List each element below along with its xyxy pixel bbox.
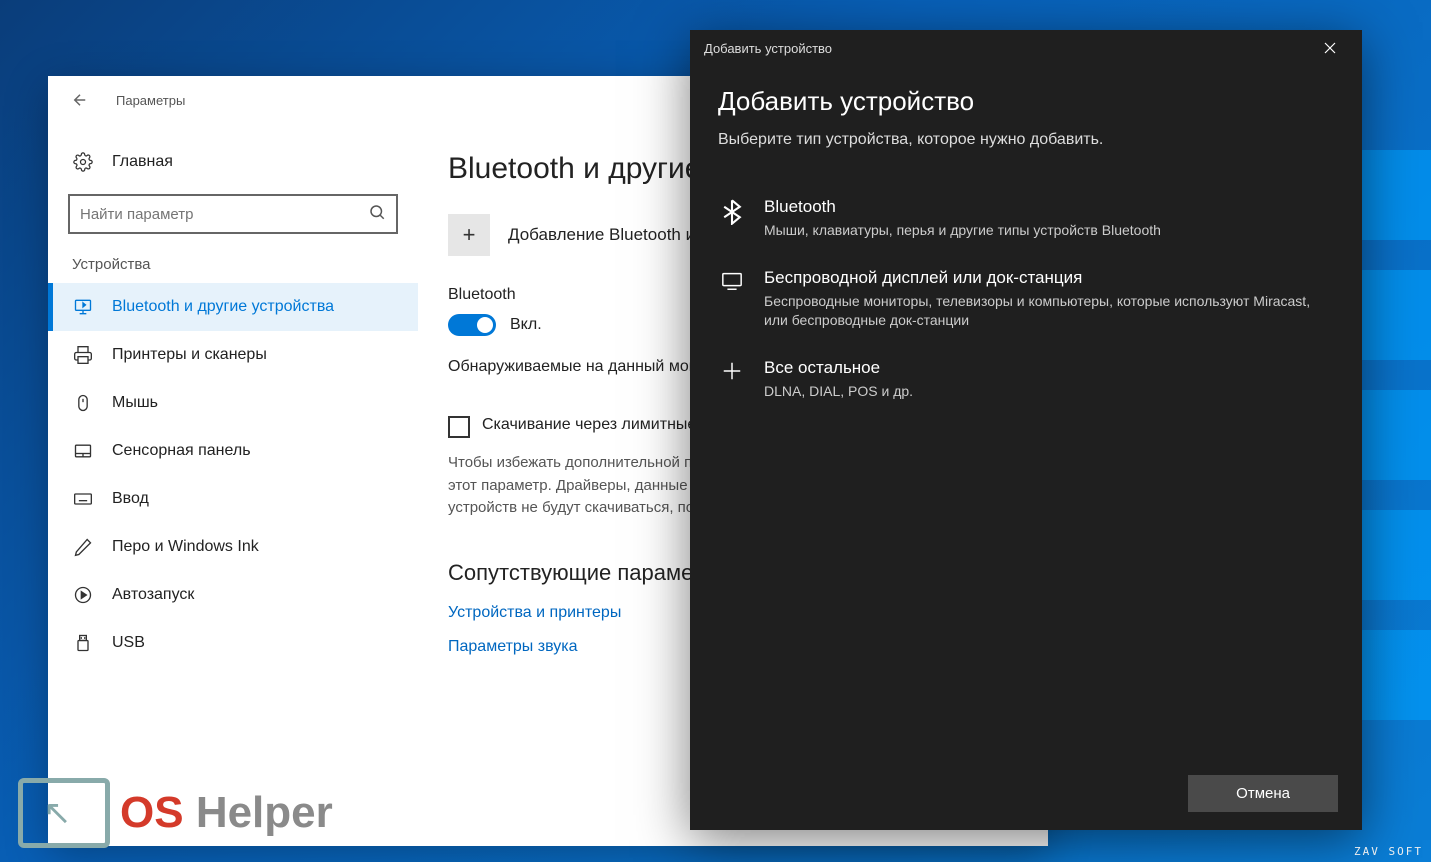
gear-icon <box>72 152 94 172</box>
watermark-text: OS Helper <box>120 788 333 838</box>
keyboard-icon <box>72 489 94 509</box>
add-device-dialog: Добавить устройство Добавить устройство … <box>690 30 1362 830</box>
section-label: Устройства <box>48 256 418 283</box>
bluetooth-toggle[interactable] <box>448 314 496 336</box>
home-label: Главная <box>112 153 173 171</box>
plus-icon <box>718 358 746 401</box>
device-type-desc: Мыши, клавиатуры, перья и другие типы ус… <box>764 221 1334 240</box>
add-device-button[interactable]: + <box>448 214 490 256</box>
bluetooth-icon <box>72 297 94 317</box>
close-icon <box>1324 42 1336 54</box>
cancel-button[interactable]: Отмена <box>1188 775 1338 812</box>
plus-icon: + <box>463 222 476 248</box>
nav-typing[interactable]: Ввод <box>48 475 418 523</box>
device-type-wireless-display[interactable]: Беспроводной дисплей или док-станция Бес… <box>718 254 1334 344</box>
dialog-titlebar: Добавить устройство <box>690 30 1362 66</box>
mouse-icon <box>72 393 94 413</box>
window-title: Параметры <box>116 93 185 108</box>
printer-icon <box>72 345 94 365</box>
nav-label: Автозапуск <box>112 586 194 604</box>
desktop-background-accent <box>1351 150 1431 850</box>
watermark-zav: ZAV SOFT <box>1354 845 1423 858</box>
toggle-state: Вкл. <box>510 316 542 334</box>
nav-label: Принтеры и сканеры <box>112 346 267 364</box>
nav-pen[interactable]: Перо и Windows Ink <box>48 523 418 571</box>
nav-touchpad[interactable]: Сенсорная панель <box>48 427 418 475</box>
nav-bluetooth[interactable]: Bluetooth и другие устройства <box>48 283 418 331</box>
monitor-icon <box>718 268 746 330</box>
sidebar: Главная Устройства Bluetooth и другие ус… <box>48 124 418 846</box>
close-button[interactable] <box>1312 30 1348 66</box>
watermark-logo: OS Helper <box>18 778 333 848</box>
nav-autoplay[interactable]: Автозапуск <box>48 571 418 619</box>
pen-icon <box>72 537 94 557</box>
usb-icon <box>72 633 94 653</box>
bluetooth-icon <box>718 197 746 240</box>
device-type-title: Беспроводной дисплей или док-станция <box>764 268 1334 288</box>
search-icon <box>368 203 386 226</box>
touchpad-icon <box>72 441 94 461</box>
nav-label: Bluetooth и другие устройства <box>112 298 334 316</box>
dialog-heading: Добавить устройство <box>718 86 1334 117</box>
device-type-desc: DLNA, DIAL, POS и др. <box>764 382 1334 401</box>
nav-printers[interactable]: Принтеры и сканеры <box>48 331 418 379</box>
device-type-desc: Беспроводные мониторы, телевизоры и комп… <box>764 292 1334 330</box>
dialog-subheading: Выберите тип устройства, которое нужно д… <box>718 131 1334 149</box>
back-button[interactable] <box>64 84 96 116</box>
device-type-title: Bluetooth <box>764 197 1334 217</box>
metered-checkbox[interactable] <box>448 416 470 438</box>
autoplay-icon <box>72 585 94 605</box>
device-type-other[interactable]: Все остальное DLNA, DIAL, POS и др. <box>718 344 1334 415</box>
nav-label: Перо и Windows Ink <box>112 538 259 556</box>
nav-usb[interactable]: USB <box>48 619 418 667</box>
search-box[interactable] <box>68 194 398 234</box>
search-input[interactable] <box>80 206 368 223</box>
device-type-bluetooth[interactable]: Bluetooth Мыши, клавиатуры, перья и друг… <box>718 183 1334 254</box>
dialog-titlebar-text: Добавить устройство <box>704 41 832 56</box>
nav-label: Мышь <box>112 394 158 412</box>
watermark-icon <box>18 778 110 848</box>
home-nav[interactable]: Главная <box>48 142 418 182</box>
nav-mouse[interactable]: Мышь <box>48 379 418 427</box>
device-type-title: Все остальное <box>764 358 1334 378</box>
nav-label: Ввод <box>112 490 149 508</box>
nav-label: Сенсорная панель <box>112 442 251 460</box>
nav-label: USB <box>112 634 145 652</box>
